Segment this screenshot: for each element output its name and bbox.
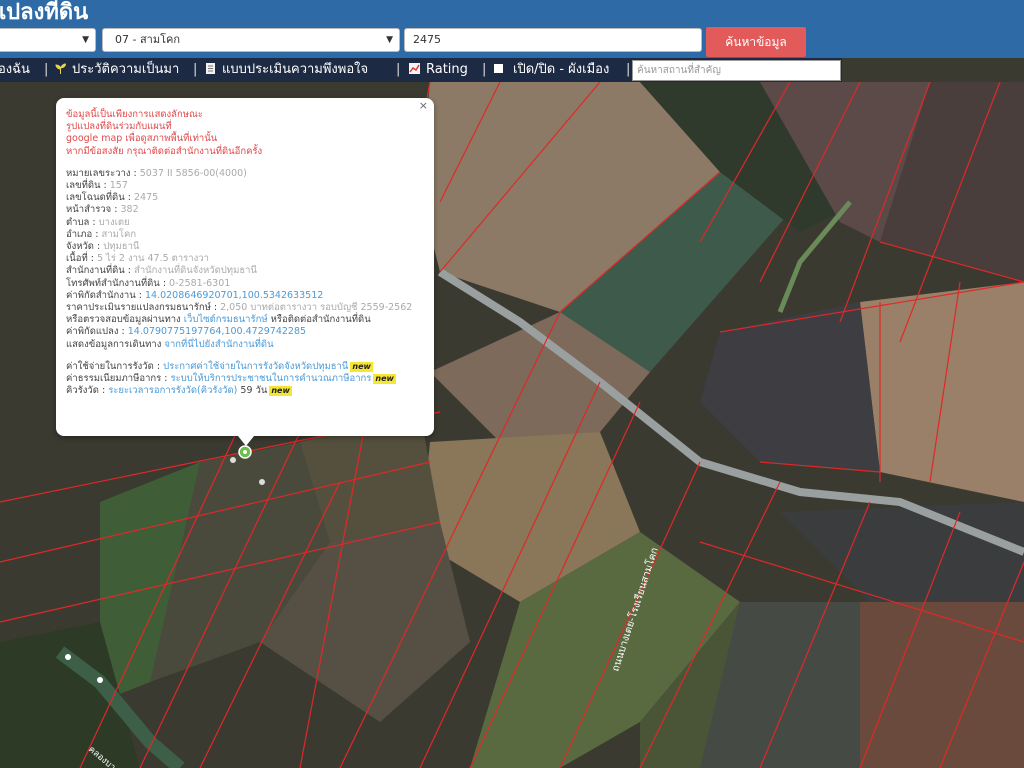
- chart-icon: [409, 63, 420, 74]
- field-office-coordinates: ค่าพิกัดสำนักงาน : 14.0208646920701,100.…: [66, 289, 324, 301]
- field-survey-page: หน้าสำรวจ : 382: [66, 204, 139, 216]
- field-office-phone: โทรศัพท์สำนักงานที่ดิน : 0-2581-6301: [66, 277, 231, 289]
- field-parcel-coordinates: ค่าพิกัดแปลง : 14.0790775197764,100.4729…: [66, 326, 307, 338]
- survey-queue-link[interactable]: ระยะเวลารอการรังวัด(คิวรังวัด): [108, 385, 237, 396]
- field-value: 157: [109, 180, 128, 192]
- vertex-dot: [65, 654, 71, 660]
- toolbar-item-history-label: ประวัติความเป็นมา: [72, 62, 180, 77]
- new-badge: new: [269, 386, 292, 397]
- parcel-info-popup: × ข้อมูลนี้เป็นเพียงการแสดงลักษณะ รูปแปล…: [56, 98, 434, 446]
- district-select[interactable]: 07 - สามโคก ▼: [102, 28, 400, 52]
- header-bar: แปลงที่ดิน ▼ 07 - สามโคก ▼ 2475 ค้นหาข้อ…: [0, 0, 1024, 58]
- field-value: 0-2581-6301: [169, 277, 231, 289]
- notice-line: หากมีข้อสงสัย กรุณาติดต่อสำนักงานที่ดินอ…: [66, 145, 263, 157]
- toolbar-divider: |: [396, 62, 401, 77]
- sprout-icon: [55, 63, 67, 74]
- toolbar-divider: |: [193, 62, 198, 77]
- new-badge: new: [373, 374, 396, 385]
- toolbar-item-history[interactable]: ประวัติความเป็นมา: [54, 58, 179, 82]
- field-province: จังหวัด : ปทุมธานี: [66, 241, 140, 253]
- document-icon: [206, 63, 215, 74]
- checkbox-icon[interactable]: [494, 64, 503, 73]
- parcel-coordinates-link[interactable]: 14.0790775197764,100.4729742285: [128, 326, 306, 337]
- field-value: 2,050 บาทต่อตารางวา รอบบัญชี 2559-2562: [220, 302, 413, 314]
- parcel-number-input[interactable]: 2475: [404, 28, 702, 52]
- search-button[interactable]: ค้นหาข้อมูล: [706, 27, 806, 57]
- field-value: บางเตย: [98, 216, 130, 228]
- province-select[interactable]: ▼: [0, 28, 96, 52]
- field-parcel-number: เลขที่ดิน : 157: [66, 180, 128, 192]
- vertex-dot: [259, 479, 265, 485]
- field-land-office: สำนักงานที่ดิน : สำนักงานที่ดินจังหวัดปท…: [66, 265, 257, 277]
- treasury-website-link[interactable]: เว็บไซต์กรมธนารักษ์: [184, 314, 268, 325]
- field-value: 5037 II 5856-00(4000): [139, 167, 247, 179]
- page-title: แปลงที่ดิน: [0, 0, 89, 25]
- field-value: ปทุมธานี: [103, 241, 140, 253]
- field-value: 5 ไร่ 2 งาน 47.5 ตารางวา: [96, 253, 209, 265]
- field-survey-fee: ค่าใช้จ่ายในการรังวัด : ประกาศค่าใช้จ่าย…: [66, 360, 373, 372]
- tax-calculator-link[interactable]: ระบบให้บริการประชาชนในการคำนวณภาษีอากร: [171, 373, 372, 384]
- toolbar-item-rating-label: Rating: [426, 62, 468, 77]
- popup-body: ข้อมูลนี้เป็นเพียงการแสดงลักษณะ รูปแปลงท…: [66, 109, 426, 397]
- map-marker-icon[interactable]: [238, 445, 252, 459]
- vertex-dot: [97, 677, 103, 683]
- field-value: สามโคก: [101, 228, 137, 240]
- notice-line: ข้อมูลนี้เป็นเพียงการแสดงลักษณะ: [66, 109, 203, 120]
- field-survey-queue: คิวรังวัด : ระยะเวลารอการรังวัด(คิวรังวั…: [66, 385, 292, 397]
- new-badge: new: [350, 361, 373, 372]
- field-route: แสดงข้อมูลการเดินทาง จากที่นี่ไปยังสำนัก…: [66, 338, 274, 350]
- field-subdistrict: ตำบล : บางเตย: [66, 216, 130, 228]
- dropdown-arrow-icon: ▼: [386, 35, 393, 45]
- toolbar-item-survey-label: แบบประเมินความพึงพอใจ: [222, 62, 369, 77]
- toolbar-item-mine[interactable]: องฉัน: [0, 58, 30, 82]
- toolbar-item-survey[interactable]: แบบประเมินความพึงพอใจ: [204, 58, 368, 82]
- field-district: อำเภอ : สามโคก: [66, 228, 137, 240]
- toolbar-divider: |: [44, 62, 49, 77]
- toolbar-divider: |: [482, 62, 487, 77]
- place-search-input[interactable]: ค้นหาสถานที่สำคัญ: [632, 60, 841, 81]
- field-deed-number: เลขโฉนดที่ดิน : 2475: [66, 192, 159, 204]
- field-patch: [860, 282, 1024, 502]
- field-area: เนื้อที่ : 5 ไร่ 2 งาน 47.5 ตารางวา: [66, 253, 209, 265]
- field-sheet-number: หมายเลขระวาง : 5037 II 5856-00(4000): [66, 167, 247, 179]
- notice-line: รูปแปลงที่ดินร่วมกับแผนที่: [66, 121, 172, 133]
- vertex-dot: [230, 457, 236, 463]
- route-link[interactable]: จากที่นี่ไปยังสำนักงานที่ดิน: [164, 339, 273, 350]
- field-patch: [860, 602, 1024, 768]
- office-coordinates-link[interactable]: 14.0208646920701,100.5342633512: [145, 290, 323, 301]
- popup-pointer: [238, 436, 254, 446]
- field-verify: หรือตรวจสอบข้อมูลผ่านทาง เว็บไซต์กรมธนาร…: [66, 314, 371, 326]
- toolbar-item-rating[interactable]: Rating: [408, 58, 468, 82]
- field-value: 2475: [133, 192, 159, 204]
- dropdown-arrow-icon: ▼: [82, 35, 89, 45]
- field-tax-fee: ค่าธรรมเนียมภาษีอากร : ระบบให้บริการประช…: [66, 373, 396, 385]
- toolbar-item-toggle-zoning-label: เปิด/ปิด - ผังเมือง: [513, 62, 610, 77]
- toolbar-item-toggle-zoning[interactable]: เปิด/ปิด - ผังเมือง: [494, 58, 609, 82]
- notice-line: google map เพื่อดูสภาพพื้นที่เท่านั้น: [66, 133, 218, 145]
- toolbar-divider: |: [626, 62, 631, 77]
- field-value: สำนักงานที่ดินจังหวัดปทุมธานี: [134, 265, 257, 277]
- district-select-value: 07 - สามโคก: [115, 33, 181, 46]
- field-appraisal: ราคาประเมินรายแปลงกรมธนารักษ์ : 2,050 บา…: [66, 302, 413, 314]
- survey-fee-link[interactable]: ประกาศค่าใช้จ่ายในการรังวัดจังหวัดปทุมธา…: [163, 361, 348, 372]
- field-value: 382: [120, 204, 139, 216]
